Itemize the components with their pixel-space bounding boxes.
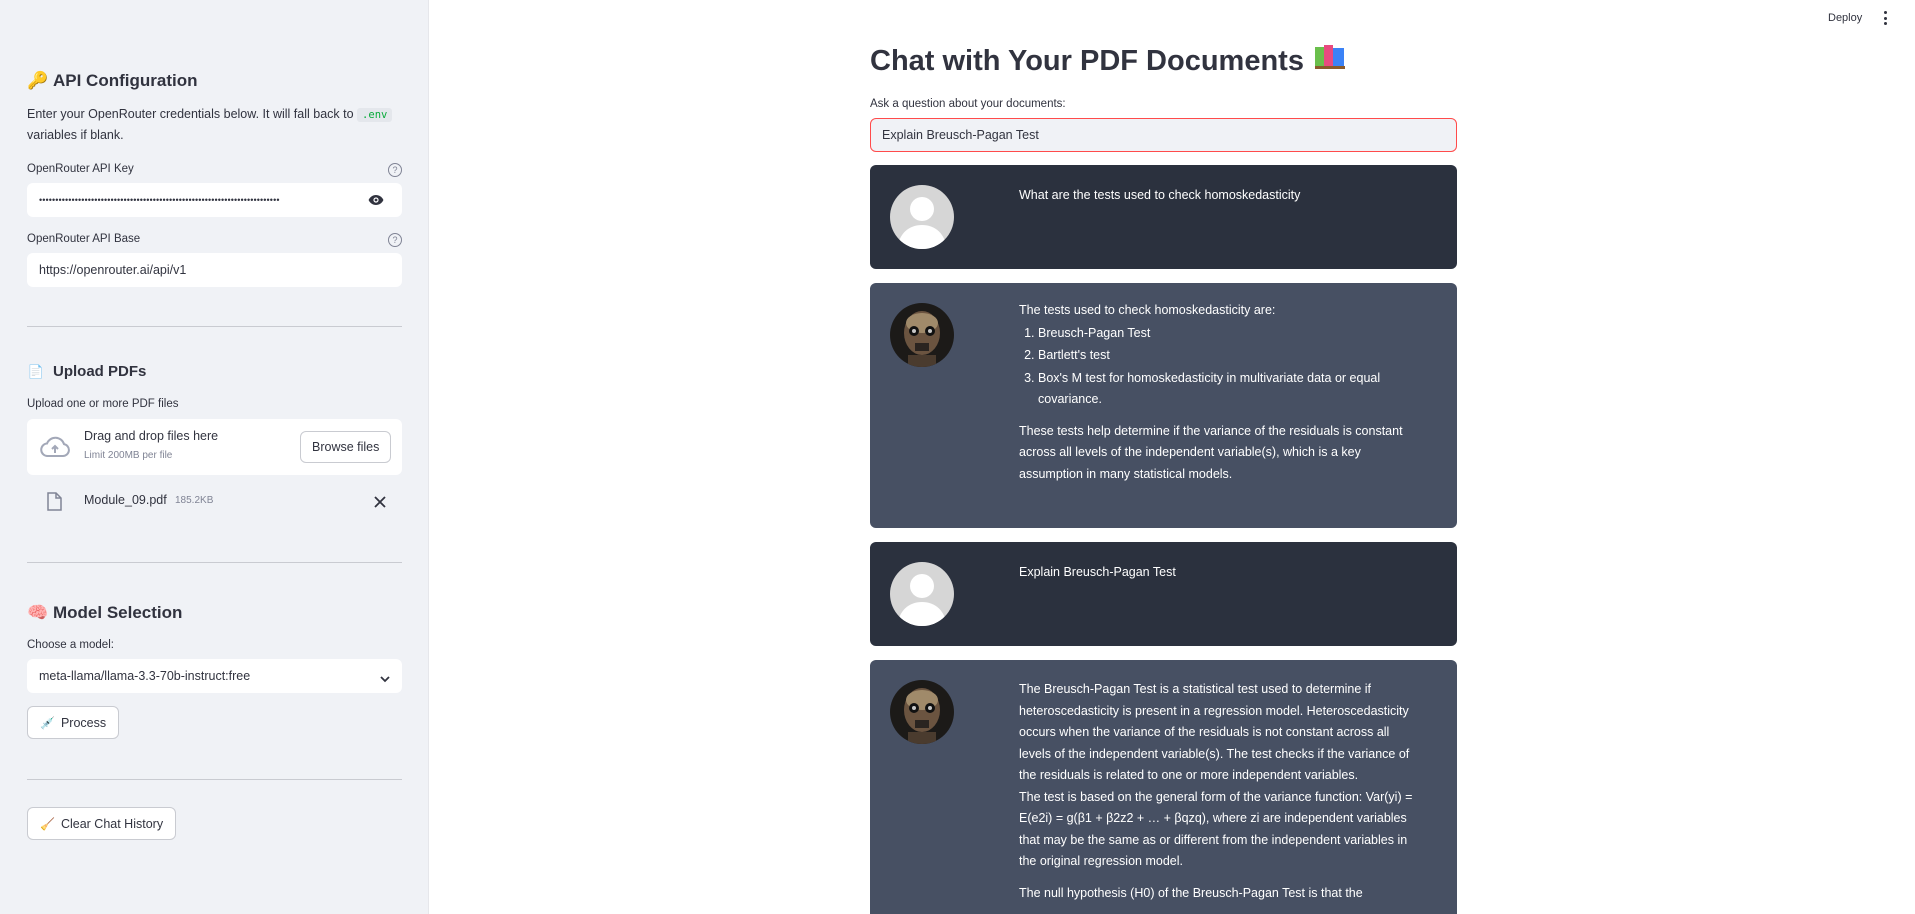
bot-avatar (890, 303, 954, 367)
uploaded-file-row: Module_09.pdf 185.2KB (27, 487, 402, 517)
file-icon (47, 492, 62, 516)
show-password-eye-icon[interactable] (368, 194, 384, 209)
user-avatar (890, 185, 954, 249)
api-config-description: Enter your OpenRouter credentials below.… (27, 104, 402, 145)
message-text: Explain Breusch-Pagan Test (1019, 565, 1176, 579)
broom-icon: 🧹 (40, 816, 55, 831)
api-key-label: OpenRouter API Key (27, 163, 134, 175)
process-button[interactable]: 💉 Process (27, 706, 120, 739)
bot-avatar (890, 680, 954, 744)
bot-paragraph: The null hypothesis (H0) of the Breusch-… (1019, 885, 1363, 900)
key-icon: 🔑 (27, 71, 49, 90)
sidebar-divider (27, 779, 402, 780)
list-item: Box's M test for homoskedasticity in mul… (1038, 368, 1419, 411)
chat-message-user: What are the tests used to check homoske… (870, 165, 1457, 269)
tests-list: Breusch-Pagan Test Bartlett's test Box's… (1019, 323, 1419, 411)
question-input[interactable]: Explain Breusch-Pagan Test (870, 118, 1457, 152)
bot-paragraph: The Breusch-Pagan Test is a statistical … (1019, 682, 1410, 782)
main-menu-kebab-icon[interactable] (1880, 11, 1890, 25)
sidebar-divider (27, 562, 402, 563)
model-label: Choose a model: (27, 639, 114, 651)
message-text: What are the tests used to check homoske… (1019, 188, 1301, 202)
sidebar: 🔑 API Configuration Enter your OpenRoute… (0, 0, 429, 914)
api-base-label: OpenRouter API Base (27, 233, 141, 245)
user-avatar (890, 562, 954, 626)
env-code: .env (357, 108, 393, 122)
bot-paragraph: The test is based on the general form of… (1019, 789, 1413, 869)
api-config-heading: 🔑 API Configuration (27, 71, 198, 90)
deploy-button[interactable]: Deploy (1828, 12, 1862, 24)
file-name: Module_09.pdf (84, 493, 167, 507)
upload-heading: 📄 Upload PDFs (27, 363, 147, 380)
chat-message-bot: The tests used to check homoskedasticity… (870, 283, 1457, 528)
api-base-help-icon[interactable]: ? (388, 233, 402, 247)
page-title: Chat with Your PDF Documents (870, 44, 1346, 78)
bot-outro: These tests help determine if the varian… (1019, 423, 1403, 481)
chevron-down-icon (380, 672, 390, 686)
upload-label: Upload one or more PDF files (27, 398, 179, 410)
file-dropzone[interactable]: Drag and drop files here Limit 200MB per… (27, 419, 402, 475)
browse-files-button[interactable]: Browse files (300, 431, 392, 463)
list-item: Breusch-Pagan Test (1038, 323, 1419, 345)
chat-message-bot: The Breusch-Pagan Test is a statistical … (870, 660, 1457, 914)
cloud-upload-icon (40, 436, 70, 463)
chat-message-user: Explain Breusch-Pagan Test (870, 542, 1457, 646)
file-size: 185.2KB (175, 495, 214, 506)
api-key-input[interactable]: ••••••••••••••••••••••••••••••••••••••••… (27, 183, 402, 217)
api-base-input[interactable]: https://openrouter.ai/api/v1 (27, 253, 402, 287)
brain-icon: 🧠 (27, 603, 49, 622)
message-text: The tests used to check homoskedasticity… (1019, 300, 1419, 485)
drop-title: Drag and drop files here (84, 429, 219, 443)
remove-file-close-icon[interactable] (374, 495, 386, 513)
model-heading: 🧠 Model Selection (27, 603, 183, 622)
drop-limit: Limit 200MB per file (84, 450, 173, 461)
message-text: The Breusch-Pagan Test is a statistical … (1019, 679, 1424, 904)
bot-intro: The tests used to check homoskedasticity… (1019, 303, 1276, 317)
books-icon (1314, 44, 1346, 78)
api-key-help-icon[interactable]: ? (388, 163, 402, 177)
list-item: Bartlett's test (1038, 345, 1419, 367)
syringe-icon: 💉 (40, 715, 55, 730)
question-label: Ask a question about your documents: (870, 98, 1066, 110)
clear-chat-history-button[interactable]: 🧹 Clear Chat History (27, 807, 177, 840)
document-icon: 📄 (27, 363, 45, 379)
model-select[interactable]: meta-llama/llama-3.3-70b-instruct:free (27, 659, 402, 693)
sidebar-divider (27, 326, 402, 327)
